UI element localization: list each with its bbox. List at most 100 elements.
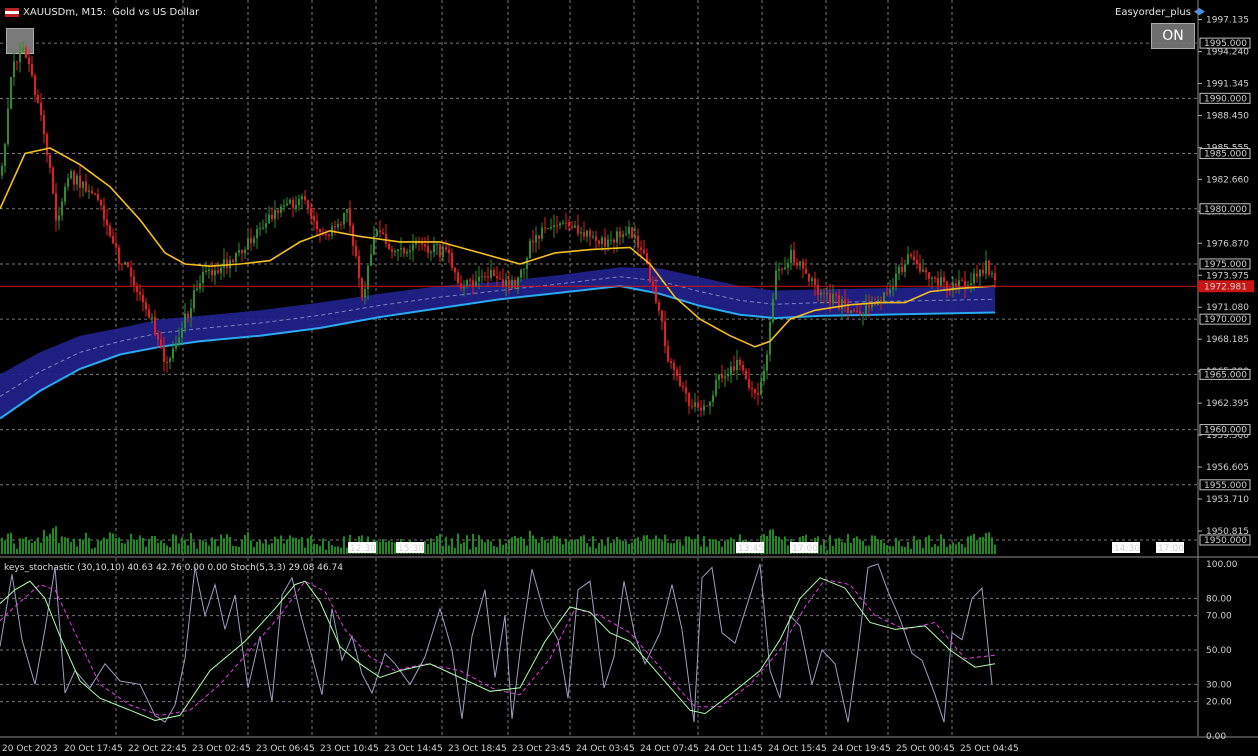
candle-body [283, 205, 285, 207]
candle-body [172, 348, 174, 359]
volume-bar [904, 547, 906, 554]
volume-bar [385, 542, 387, 554]
candle-body [217, 270, 219, 273]
volume-bar [703, 536, 705, 554]
volume-bar [970, 535, 972, 554]
volume-bar [664, 534, 666, 554]
candle-body [841, 299, 843, 310]
volume-bar [625, 540, 627, 554]
volume-bar [466, 535, 468, 554]
candle-body [973, 273, 975, 284]
volume-bar [652, 539, 654, 554]
volume-bar [511, 537, 513, 554]
candle-body [523, 268, 525, 270]
candle-body [238, 250, 240, 253]
time-label: 24 Oct 07:45 [640, 744, 699, 754]
time-label: 23 Oct 23:45 [512, 744, 571, 754]
candle-body [121, 263, 123, 265]
volume-bar [217, 546, 219, 554]
candle-body [304, 196, 306, 201]
candle-body [718, 374, 720, 380]
candle-body [676, 369, 678, 376]
candle-body [580, 232, 582, 234]
candle-body [196, 288, 198, 291]
candle-body [31, 64, 33, 76]
candle-body [25, 47, 27, 58]
candle-body [388, 243, 390, 250]
volume-bar [826, 549, 828, 554]
volume-bar [895, 537, 897, 554]
volume-bar [472, 533, 474, 554]
volume-bar [973, 533, 975, 554]
volume-bar [331, 544, 333, 554]
candle-body [181, 328, 183, 338]
volume-bar [232, 545, 234, 554]
volume-bar [955, 544, 957, 554]
volume-bar [628, 543, 630, 554]
volume-bar [334, 546, 336, 554]
volume-bar [865, 545, 867, 554]
price-axis: 1997.1351994.2401991.3451988.4501985.555… [1198, 16, 1254, 546]
volume-bar [19, 538, 21, 554]
volume-bar [283, 543, 285, 554]
candle-body [211, 269, 213, 276]
candle-body [385, 234, 387, 244]
stoch-signal-line [0, 578, 996, 716]
volume-bar [43, 529, 45, 554]
volume-bar [478, 535, 480, 554]
volume-bar [532, 535, 534, 554]
candle-body [859, 311, 861, 315]
candle-body [829, 293, 831, 304]
stoch-tick-label: 50.00 [1206, 646, 1232, 656]
volume-bar [787, 545, 789, 554]
candle-body [379, 230, 381, 233]
price-chart[interactable]: 1997.1351994.2401991.3451988.4501985.555… [0, 0, 1258, 756]
volume-bar [454, 547, 456, 554]
time-label: 25 Oct 04:45 [960, 744, 1019, 754]
candle-body [754, 388, 756, 393]
volume-bar [850, 542, 852, 554]
volume-bar [304, 547, 306, 554]
candle-body [598, 240, 600, 244]
volume-bar [709, 538, 711, 554]
candle-body [400, 248, 402, 250]
candle-body [247, 238, 249, 250]
candle-body [127, 261, 129, 268]
volume-bar [637, 537, 639, 554]
volume-bar [190, 532, 192, 554]
volume-bar [298, 539, 300, 554]
candle-body [103, 205, 105, 220]
volume-bar [871, 535, 873, 554]
volume-bar [712, 539, 714, 554]
volume-bar [562, 544, 564, 554]
volume-bar [64, 537, 66, 554]
volume-bar [133, 539, 135, 554]
volume-bar [13, 543, 15, 554]
volume-bar [208, 545, 210, 554]
candle-body [184, 313, 186, 329]
volume-bar [301, 537, 303, 554]
volume-bar [670, 543, 672, 554]
candle-body [640, 247, 642, 250]
candle-body [277, 210, 279, 213]
volume-bar [616, 536, 618, 554]
candle-body [865, 305, 867, 315]
candle-body [439, 243, 441, 258]
candle-body [469, 279, 471, 281]
volume-bar [943, 538, 945, 554]
time-label: 24 Oct 11:45 [704, 744, 763, 754]
candle-body [76, 175, 78, 185]
candle-body [55, 193, 57, 221]
candle-body [790, 249, 792, 263]
candle-body [325, 233, 327, 235]
candle-body [292, 199, 294, 208]
candle-body [307, 200, 309, 208]
volume-bar [778, 536, 780, 554]
volume-bar [103, 537, 105, 554]
candle-body [565, 222, 567, 224]
candle-body [241, 250, 243, 254]
candle-body [343, 212, 345, 225]
volume-bar [676, 539, 678, 554]
volume-bar [868, 545, 870, 554]
candle-body [295, 205, 297, 208]
